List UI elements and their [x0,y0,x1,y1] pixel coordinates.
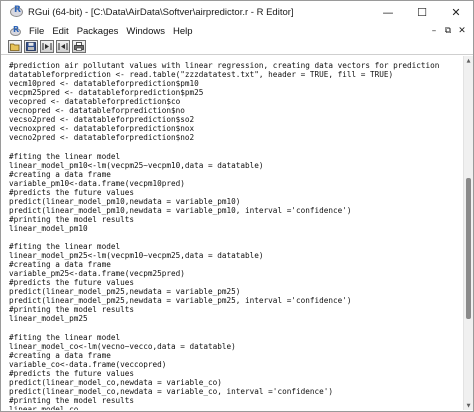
code-line: #creating a data frame [9,260,111,270]
doc-minimize-button[interactable]: – [427,24,441,38]
doc-restore-button[interactable]: ⧉ [441,24,455,38]
code-line: linear_model_co<-lm(vecno~vecco,data = d… [9,341,236,351]
code-line: vecnopred <- datatableforprediction$no [9,106,185,116]
run-line-button[interactable] [40,40,54,53]
window-controls: — ☐ ✕ [371,1,473,23]
maximize-icon: ☐ [417,5,427,19]
scrollbar-thumb[interactable] [466,178,471,320]
window-title: RGui (64-bit) - [C:\Data\AirData\Softver… [28,6,294,18]
code-line: #fiting the linear model [9,151,121,161]
printer-icon [74,42,84,51]
doc-close-button[interactable]: ✕ [455,24,469,38]
code-line: vecpm25pred <- datatableforprediction$pm… [9,88,204,98]
menu-bar: R File Edit Packages Windows Help – ⧉ ✕ [1,23,473,39]
menu-windows[interactable]: Windows [122,26,169,37]
close-icon: ✕ [451,5,461,19]
code-line: #printing the model results [9,395,134,405]
restore-icon: ⧉ [444,26,452,36]
folder-open-icon [10,43,20,51]
code-line: linear_model_pm25 [9,314,88,324]
r-editor-doc-icon[interactable]: R [10,25,21,36]
code-line: linear model co [9,404,79,410]
close-button[interactable]: ✕ [439,1,473,23]
return-to-console-icon [58,43,68,50]
code-line: variable_pm10<-data.frame(vecpm10pred) [9,178,185,188]
menu-edit[interactable]: Edit [48,26,72,37]
code-line: #predicts the future values [9,187,134,197]
code-line: #creating a data frame [9,350,111,360]
minimize-icon: – [431,26,437,36]
menu-file[interactable]: File [25,26,48,37]
title-bar[interactable]: R RGui (64-bit) - [C:\Data\AirData\Softv… [1,1,473,23]
code-line: variable_co<-data.frame(veccopred) [9,359,167,369]
code-editor[interactable]: #prediction air pollutant values with li… [2,56,463,410]
minimize-button[interactable]: — [371,1,405,23]
maximize-button[interactable]: ☐ [405,1,439,23]
toolbar [1,39,473,55]
code-line: linear_model_pm10<-lm(vecpm25~vecpm10,da… [9,160,264,170]
code-line: predict(linear_model_pm10,newdata = vari… [9,205,352,215]
scroll-down-arrow-icon[interactable]: ▼ [464,401,473,410]
code-line: datatableforprediction <- read.table("zz… [9,70,394,80]
code-line: #fiting the linear model [9,242,121,251]
code-line: predict(linear_model_pm25,newdata = vari… [9,287,241,297]
code-line: #predicts the future values [9,368,134,378]
minimize-icon: — [382,5,394,19]
document-window-controls: – ⧉ ✕ [427,23,469,39]
r-logo-icon: R [10,5,23,17]
close-icon: ✕ [458,26,466,36]
return-focus-button[interactable] [56,40,70,53]
code-line: vecm10pred <- datatableforprediction$pm1… [9,79,199,89]
code-line: #prediction air pollutant values with li… [9,61,440,70]
scroll-up-arrow-icon[interactable]: ▲ [464,56,473,65]
code-line: vecno2pred <- datatableforprediction$no2 [9,133,195,143]
floppy-disk-icon [26,42,36,51]
vertical-scrollbar[interactable]: ▲ ▼ [463,56,473,410]
code-line: predict(linear_model_co,newdata = variab… [9,386,333,396]
open-script-button[interactable] [8,40,22,53]
menu-packages[interactable]: Packages [73,26,123,37]
code-line: linear_model_pm25<-lm(vecpm10~vecpm25,da… [9,251,264,261]
code-line: #predicts the future values [9,278,134,288]
r-editor-window: R RGui (64-bit) - [C:\Data\AirData\Softv… [0,0,474,412]
code-line: predict(linear_model_co,newdata = variab… [9,377,222,387]
code-line: vecopred <- datatableforprediction$co [9,97,181,107]
code-line: predict(linear_model_pm10,newdata = vari… [9,196,241,206]
run-code-icon [42,43,52,50]
code-line: vecnoxpred <- datatableforprediction$nox [9,124,195,134]
save-script-button[interactable] [24,40,38,53]
code-line: vecso2pred <- datatableforprediction$so2 [9,115,195,125]
code-line: predict(linear_model_pm25,newdata = vari… [9,296,352,306]
code-line: linear_model_pm10 [9,223,88,233]
code-line: #creating a data frame [9,169,111,179]
code-line: #printing the model results [9,214,134,224]
code-line: variable_pm25<-data.frame(vecpm25pred) [9,269,185,279]
code-line: #printing the model results [9,305,134,315]
print-button[interactable] [72,40,86,53]
menu-help[interactable]: Help [169,26,197,37]
code-line: #fiting the linear model [9,332,121,342]
